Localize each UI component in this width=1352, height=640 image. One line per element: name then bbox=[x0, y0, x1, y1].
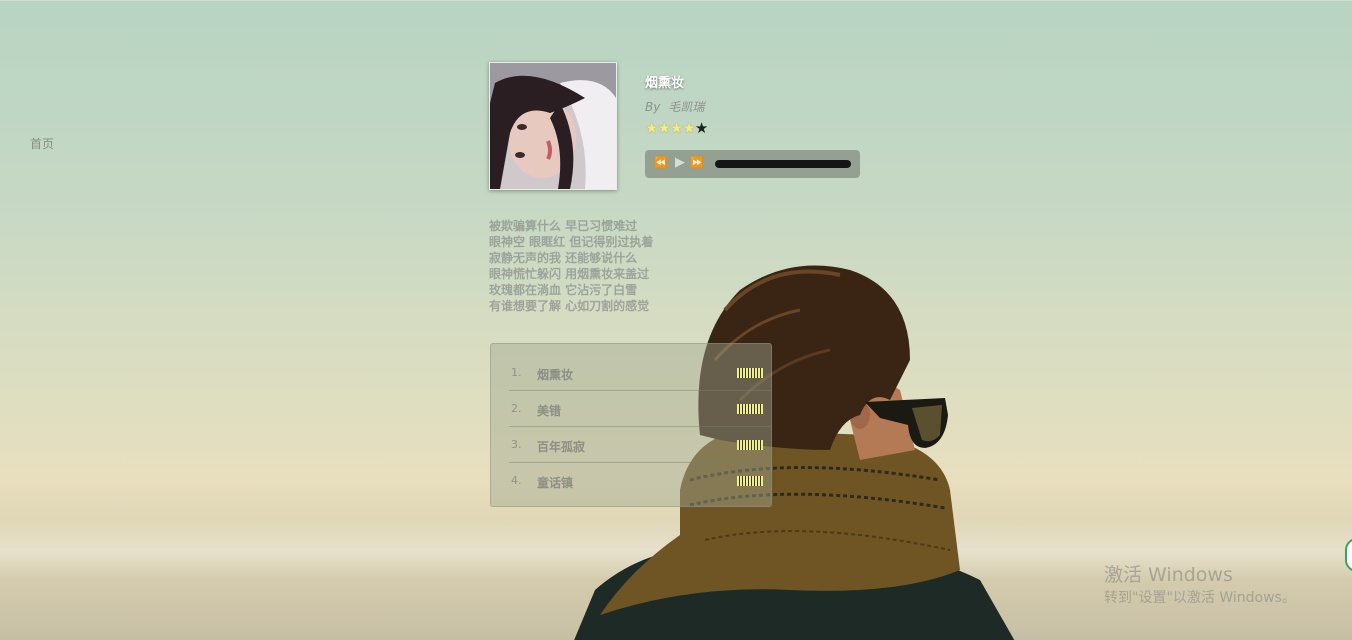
progress-bar[interactable] bbox=[715, 160, 851, 168]
rewind-icon[interactable]: ⏪ bbox=[654, 156, 668, 169]
playlist: 1. 烟熏妆 2. 美错 3. 百年孤寂 4. 童话镇 bbox=[490, 343, 772, 507]
lyric-line: 眼神空 眼眶红 但记得别过执着 bbox=[489, 235, 654, 249]
by-label: By bbox=[645, 100, 661, 114]
album-cover-image bbox=[489, 62, 617, 190]
lyric-line: 玫瑰都在淌血 它沾污了白雪 bbox=[489, 283, 638, 297]
playlist-track[interactable]: 1. 烟熏妆 bbox=[509, 354, 771, 391]
page-background: 首页 烟熏妆 By 毛凯瑞 ★★★★★ ⏪ ▶ ⏩ 被欺骗算什么 早已习惯难过 眼神… bbox=[0, 0, 1352, 640]
top-border bbox=[0, 0, 1352, 1]
artist-line: By 毛凯瑞 bbox=[645, 98, 704, 115]
equalizer-icon bbox=[737, 404, 763, 414]
track-number: 2. bbox=[511, 402, 522, 415]
playlist-track[interactable]: 3. 百年孤寂 bbox=[509, 426, 771, 463]
star-icon[interactable]: ★ bbox=[695, 119, 708, 137]
artist-name: 毛凯瑞 bbox=[668, 100, 705, 114]
track-title: 烟熏妆 bbox=[537, 368, 574, 382]
lyric-line: 有谁想要了解 心如刀割的感觉 bbox=[489, 299, 650, 313]
lyric-line: 眼神慌忙躲闪 用烟熏妆来盖过 bbox=[489, 267, 650, 281]
fast-forward-icon[interactable]: ⏩ bbox=[690, 156, 704, 169]
star-icon[interactable]: ★ bbox=[670, 119, 683, 137]
lyrics-block: 被欺骗算什么 早已习惯难过眼神空 眼眶红 但记得别过执着 寂静无声的我 还能够说什… bbox=[489, 218, 653, 314]
windows-activation-title: 激活 Windows bbox=[1104, 564, 1233, 586]
album-cover-photo-icon bbox=[490, 63, 616, 189]
equalizer-icon bbox=[737, 476, 763, 486]
playlist-track[interactable]: 4. 童话镇 bbox=[509, 462, 771, 498]
play-icon[interactable]: ▶ bbox=[675, 155, 685, 170]
star-icon[interactable]: ★ bbox=[682, 119, 695, 137]
track-title: 童话镇 bbox=[537, 476, 574, 490]
star-rating[interactable]: ★★★★★ bbox=[645, 119, 708, 137]
equalizer-icon bbox=[737, 368, 763, 378]
playlist-track[interactable]: 2. 美错 bbox=[509, 390, 771, 427]
windows-activation-subtitle: 转到"设置"以激活 Windows。 bbox=[1104, 590, 1296, 606]
nav-home-link[interactable]: 首页 bbox=[30, 135, 54, 152]
lyric-line: 寂静无声的我 还能够说什么 bbox=[489, 251, 638, 265]
track-title: 百年孤寂 bbox=[537, 440, 586, 454]
track-number: 1. bbox=[511, 366, 522, 379]
track-number: 4. bbox=[511, 474, 522, 487]
song-title: 烟熏妆 bbox=[645, 76, 685, 91]
star-icon[interactable]: ★ bbox=[645, 119, 658, 137]
audio-player: ⏪ ▶ ⏩ bbox=[645, 150, 860, 178]
lyric-line: 被欺骗算什么 早已习惯难过 bbox=[489, 219, 638, 233]
track-title: 美错 bbox=[537, 404, 562, 418]
track-number: 3. bbox=[511, 438, 522, 451]
star-icon[interactable]: ★ bbox=[657, 119, 670, 137]
equalizer-icon bbox=[737, 440, 763, 450]
